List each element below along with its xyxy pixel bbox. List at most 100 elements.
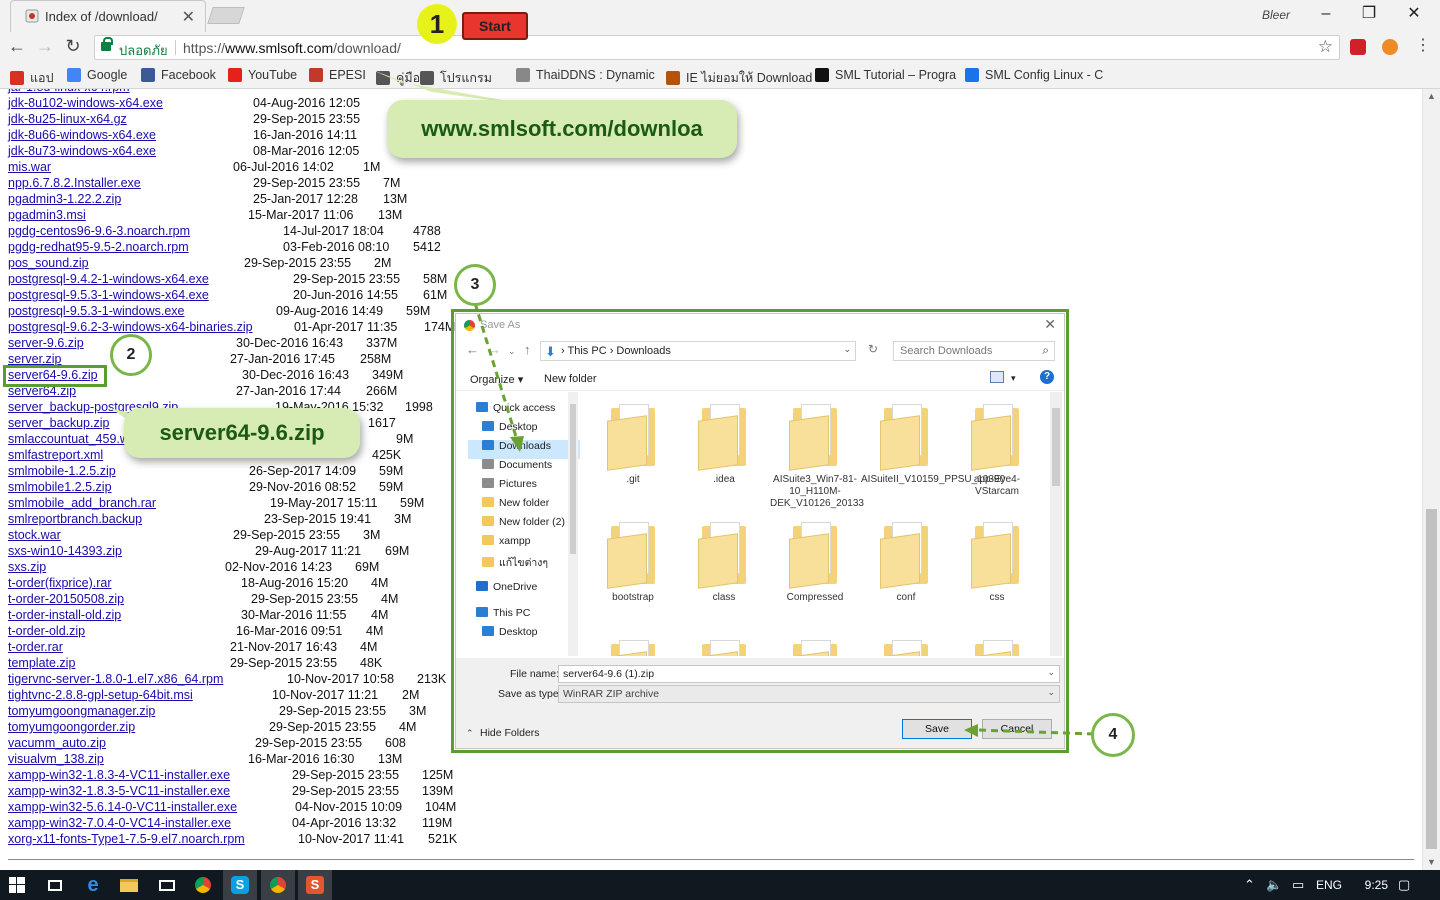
folder-item[interactable]: conf — [861, 512, 951, 628]
file-link[interactable]: postgresql-9.4.2-1-windows-x64.exe — [8, 272, 209, 286]
minimize-button[interactable]: – — [1311, 4, 1341, 26]
nav-item[interactable]: New folder — [468, 497, 580, 516]
savetype-dropdown-icon[interactable]: ⌄ — [1047, 687, 1055, 698]
cancel-button[interactable]: Cancel — [982, 719, 1052, 739]
folder-item[interactable]: Compressed — [770, 512, 860, 628]
file-link[interactable]: tightvnc-2.8.8-gpl-setup-64bit.msi — [8, 688, 193, 702]
reload-icon[interactable]: ↻ — [62, 36, 84, 58]
file-link[interactable]: postgresql-9.6.2-3-windows-x64-binaries.… — [8, 320, 253, 334]
file-link[interactable]: xampp-win32-7.0.4-0-VC14-installer.exe — [8, 816, 231, 830]
file-link[interactable]: stock.war — [8, 528, 61, 542]
dialog-up-icon[interactable]: ↑ — [524, 342, 531, 357]
filename-input[interactable]: server64-9.6 (1).zip ⌄ — [558, 665, 1060, 683]
file-link[interactable]: jdk-8u102-windows-x64.exe — [8, 96, 163, 110]
menu-dots-icon[interactable]: ⋮ — [1412, 36, 1434, 58]
file-link[interactable]: jdk-8u73-windows-x64.exe — [8, 144, 156, 158]
view-options-icon[interactable] — [990, 371, 1004, 383]
nav-item[interactable]: Pictures⚲ — [468, 478, 580, 497]
folder-item[interactable]: AISuiteII_V10159_PPSU_10390 — [861, 394, 1005, 510]
bookmark-item[interactable]: ThaiDDNS : Dynamic — [516, 68, 655, 82]
dialog-search-box[interactable]: Search Downloads ⌕ — [893, 341, 1055, 361]
address-dropdown-icon[interactable]: ⌄ — [843, 344, 851, 355]
close-window-button[interactable]: ✕ — [1399, 4, 1429, 26]
file-link[interactable]: t-order-install-old.zip — [8, 608, 121, 622]
file-link[interactable]: xampp-win32-5.6.14-0-VC11-installer.exe — [8, 800, 237, 814]
file-link[interactable]: visualvm_138.zip — [8, 752, 104, 766]
scroll-up-icon[interactable]: ▲ — [1427, 91, 1436, 101]
file-link[interactable]: smlmobile_add_branch.rar — [8, 496, 156, 510]
tray-expand-icon[interactable]: ⌃ — [1244, 877, 1255, 893]
organize-menu[interactable]: Organize ▾ — [470, 373, 523, 386]
grid-scroll-thumb[interactable] — [1052, 408, 1060, 486]
folder-item[interactable] — [770, 630, 860, 656]
folder-item[interactable] — [588, 630, 678, 656]
file-link[interactable]: jdk-8u66-windows-x64.exe — [8, 128, 156, 142]
new-folder-button[interactable]: New folder — [544, 373, 597, 385]
file-link[interactable]: pgdg-centos96-9.6-3.noarch.rpm — [8, 224, 190, 238]
task-view-icon[interactable] — [38, 870, 72, 900]
bookmark-item[interactable]: SML Tutorial – Progra — [815, 68, 956, 82]
file-link[interactable]: smlmobile-1.2.5.zip — [8, 464, 116, 478]
edge-icon[interactable]: e — [76, 870, 110, 900]
file-link[interactable]: jdk-8u25-linux-x64.gz — [8, 112, 127, 126]
dialog-close-icon[interactable]: ✕ — [1044, 316, 1056, 333]
file-link[interactable]: xampp-win32-1.8.3-4-VC11-installer.exe — [8, 768, 230, 782]
savetype-select[interactable]: WinRAR ZIP archive ⌄ — [558, 685, 1060, 703]
nav-item[interactable]: OneDrive — [468, 581, 580, 600]
file-link[interactable]: tomyumgoongorder.zip — [8, 720, 135, 734]
hide-folders-chevron-icon[interactable]: ⌃ — [466, 728, 474, 739]
tab-index-download[interactable]: Index of /download/ ✕ — [10, 0, 206, 32]
extension-cat-icon[interactable] — [1382, 39, 1398, 55]
scroll-thumb[interactable] — [1426, 509, 1437, 849]
nav-item[interactable]: แก้ไขต่างๆ — [468, 554, 580, 573]
file-link[interactable]: pgdg-redhat95-9.5-2.noarch.rpm — [8, 240, 189, 254]
view-dropdown-icon[interactable]: ▾ — [1011, 373, 1016, 384]
bookmark-item[interactable]: โปรแกรม — [420, 68, 492, 88]
file-explorer-icon[interactable] — [112, 870, 146, 900]
bookmark-item[interactable]: EPESI — [309, 68, 366, 82]
file-link[interactable]: pgadmin3-1.22.2.zip — [8, 192, 121, 206]
url-text[interactable]: https://www.smlsoft.com/download/ — [183, 40, 401, 56]
folder-item[interactable]: class — [679, 512, 769, 628]
save-button[interactable]: Save — [902, 719, 972, 739]
nav-item[interactable]: Desktop⚲ — [468, 421, 580, 440]
dialog-back-icon[interactable]: ← — [466, 342, 479, 357]
file-link[interactable]: npp.6.7.8.2.Installer.exe — [8, 176, 141, 190]
maximize-button[interactable]: ❐ — [1354, 4, 1384, 26]
nav-item[interactable]: xampp — [468, 535, 580, 554]
hide-folders-button[interactable]: Hide Folders — [480, 727, 540, 739]
file-link[interactable]: postgresql-9.5.3-1-windows-x64.exe — [8, 288, 209, 302]
new-tab-button[interactable] — [207, 7, 245, 24]
nav-item[interactable]: Quick access — [468, 402, 580, 421]
file-link[interactable]: mis.war — [8, 160, 51, 174]
filename-dropdown-icon[interactable]: ⌄ — [1047, 667, 1055, 678]
file-link[interactable]: template.zip — [8, 656, 75, 670]
file-link[interactable]: pgadmin3.msi — [8, 208, 86, 222]
file-link[interactable]: t-order(fixprice).rar — [8, 576, 112, 590]
bookmark-item[interactable]: Google — [67, 68, 127, 82]
file-link[interactable]: xampp-win32-1.8.3-5-VC11-installer.exe — [8, 784, 230, 798]
action-center-icon[interactable]: ▢ — [1398, 877, 1410, 893]
skype-icon[interactable]: S — [223, 870, 257, 900]
file-link[interactable]: jar-1.8u-linux-x64.rpm — [8, 89, 130, 94]
file-link[interactable]: server.zip — [8, 352, 62, 366]
file-link[interactable]: smlmobile1.2.5.zip — [8, 480, 112, 494]
volume-icon[interactable]: 🔈 — [1266, 877, 1282, 893]
bookmark-item[interactable]: IE ไม่ยอมให้ Download — [666, 68, 812, 88]
file-link[interactable]: t-order.rar — [8, 640, 63, 654]
nav-item[interactable]: Downloads⚲ — [468, 440, 580, 459]
dialog-refresh-icon[interactable]: ↻ — [868, 342, 878, 356]
windows-start-icon[interactable] — [0, 870, 34, 900]
nav-item[interactable]: New folder (2) — [468, 516, 580, 535]
scroll-down-icon[interactable]: ▼ — [1427, 857, 1436, 867]
nav-item[interactable]: Desktop — [468, 626, 580, 645]
file-link[interactable]: t-order-old.zip — [8, 624, 85, 638]
file-link[interactable]: sxs-win10-14393.zip — [8, 544, 122, 558]
folder-grid-scrollbar[interactable] — [1050, 392, 1062, 656]
dialog-forward-icon[interactable]: → — [488, 342, 501, 357]
folder-item[interactable]: bootstrap — [588, 512, 678, 628]
forward-arrow-icon[interactable]: → — [34, 36, 56, 58]
recent-dropdown-icon[interactable]: ⌄ — [508, 346, 516, 357]
chrome-taskbar-icon[interactable] — [186, 870, 220, 900]
extension-red-icon[interactable] — [1350, 39, 1366, 55]
